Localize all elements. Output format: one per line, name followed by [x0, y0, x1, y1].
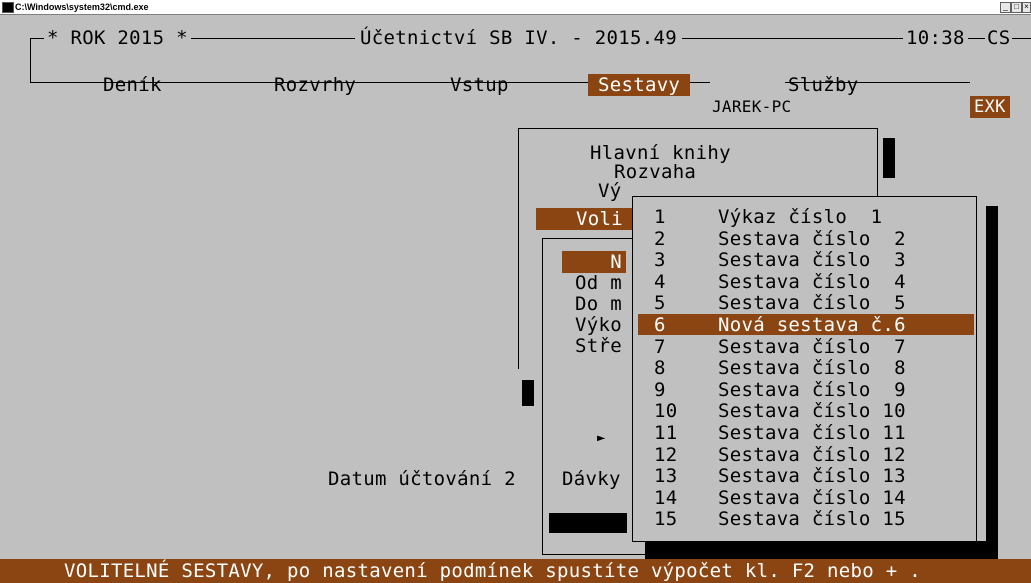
option-od-mesice[interactable]: Od m [575, 272, 622, 294]
report-name: Sestava číslo 2 [718, 227, 906, 250]
report-list-item[interactable]: 6 Nová sestava č.6 [638, 314, 974, 336]
report-number: 3 [654, 249, 666, 272]
report-number: 11 [654, 422, 678, 444]
language-indicator: CS [985, 27, 1013, 49]
clock: 10:38 [903, 27, 968, 49]
options-highlight[interactable]: N [562, 251, 626, 273]
year-label: * ROK 2015 * [44, 27, 191, 49]
input-field-block[interactable] [549, 513, 627, 533]
app-title: Účetnictví SB IV. - 2015.49 [355, 27, 682, 49]
menu-sestavy[interactable]: Sestavy [588, 74, 691, 96]
report-list-item[interactable]: 3 Sestava číslo 3 [638, 249, 974, 272]
report-number: 7 [654, 335, 666, 358]
menu-item-volitelne[interactable]: Voli [536, 208, 632, 230]
report-name: Sestava číslo 9 [718, 378, 906, 401]
report-list-item[interactable]: 4 Sestava číslo 4 [638, 270, 974, 293]
batch-label: Dávky [562, 468, 621, 490]
report-name: Sestava číslo 10 [718, 400, 906, 423]
report-list-item[interactable]: 8 Sestava číslo 8 [638, 357, 974, 380]
header-left-border [30, 38, 31, 82]
report-name: Nová sestava č.6 [718, 314, 906, 336]
report-number: 4 [654, 270, 666, 293]
report-list-shadow [986, 206, 998, 560]
report-list-item[interactable]: 5 Sestava číslo 5 [638, 292, 974, 315]
report-number: 6 [654, 314, 666, 336]
report-name: Sestava číslo 11 [718, 422, 906, 444]
report-name: Sestava číslo 3 [718, 249, 906, 272]
report-list-item[interactable]: 11 Sestava číslo 11 [638, 422, 974, 444]
report-number: 9 [654, 378, 666, 401]
menu-sluzby[interactable]: Služby [788, 74, 858, 96]
report-list-item[interactable]: 15 Sestava číslo 15 [638, 508, 974, 531]
report-list-item[interactable]: 12 Sestava číslo 12 [638, 443, 974, 466]
report-number: 12 [654, 443, 678, 466]
report-name: Výkaz číslo 1 [718, 206, 883, 228]
report-list-item[interactable]: 2 Sestava číslo 2 [638, 227, 974, 250]
report-list-item[interactable]: 7 Sestava číslo 7 [638, 335, 974, 358]
option-vykon[interactable]: Výko [575, 314, 622, 336]
report-number: 5 [654, 292, 666, 315]
report-list-shadow-bottom [645, 541, 998, 560]
report-name: Sestava číslo 14 [718, 486, 906, 509]
arrow-right-icon: ► [597, 430, 606, 446]
date-label: Datum účtování 2 [328, 468, 516, 490]
menu-item-vykazy[interactable]: Vý [598, 180, 621, 202]
maximize-button[interactable]: □ [1011, 2, 1022, 13]
menu-vstup[interactable]: Vstup [450, 74, 509, 96]
shadow-block [522, 380, 534, 406]
report-number: 13 [654, 465, 678, 488]
minimize-button[interactable]: _ [1000, 2, 1011, 13]
report-name: Sestava číslo 4 [718, 270, 906, 293]
host-name: JAREK-PC [712, 97, 792, 116]
menu-shadow [883, 138, 895, 178]
report-number: 15 [654, 508, 678, 531]
mode-badge: EXK [970, 96, 1010, 118]
window-title-bar: C:\Windows\system32\cmd.exe _ □ × [0, 0, 1031, 15]
report-name: Sestava číslo 13 [718, 465, 906, 488]
option-do-mesice[interactable]: Do m [575, 293, 622, 315]
report-number: 8 [654, 357, 666, 380]
report-list-item[interactable]: 9 Sestava číslo 9 [638, 378, 974, 401]
report-number: 14 [654, 486, 678, 509]
option-stredisko[interactable]: Stře [575, 335, 622, 357]
report-list-item[interactable]: 1 Výkaz číslo 1 [638, 206, 974, 228]
report-name: Sestava číslo 7 [718, 335, 906, 358]
report-number: 10 [654, 400, 678, 423]
menu-rozvrhy[interactable]: Rozvrhy [274, 74, 356, 96]
menu-denik[interactable]: Deník [103, 74, 162, 96]
report-number: 1 [654, 206, 666, 228]
status-bar: VOLITELNÉ SESTAVY, po nastavení podmínek… [0, 559, 1031, 583]
menu-item-rozvaha[interactable]: Rozvaha [614, 161, 696, 183]
window-title: C:\Windows\system32\cmd.exe [15, 2, 149, 12]
report-name: Sestava číslo 15 [718, 508, 906, 531]
report-list-item[interactable]: 14 Sestava číslo 14 [638, 486, 974, 509]
report-number: 2 [654, 227, 666, 250]
report-list-item[interactable]: 10 Sestava číslo 10 [638, 400, 974, 423]
report-list-item[interactable]: 13 Sestava číslo 13 [638, 465, 974, 488]
cmd-icon [2, 2, 14, 13]
close-button[interactable]: × [1022, 2, 1031, 13]
report-name: Sestava číslo 12 [718, 443, 906, 466]
report-name: Sestava číslo 5 [718, 292, 906, 315]
report-name: Sestava číslo 8 [718, 357, 906, 380]
